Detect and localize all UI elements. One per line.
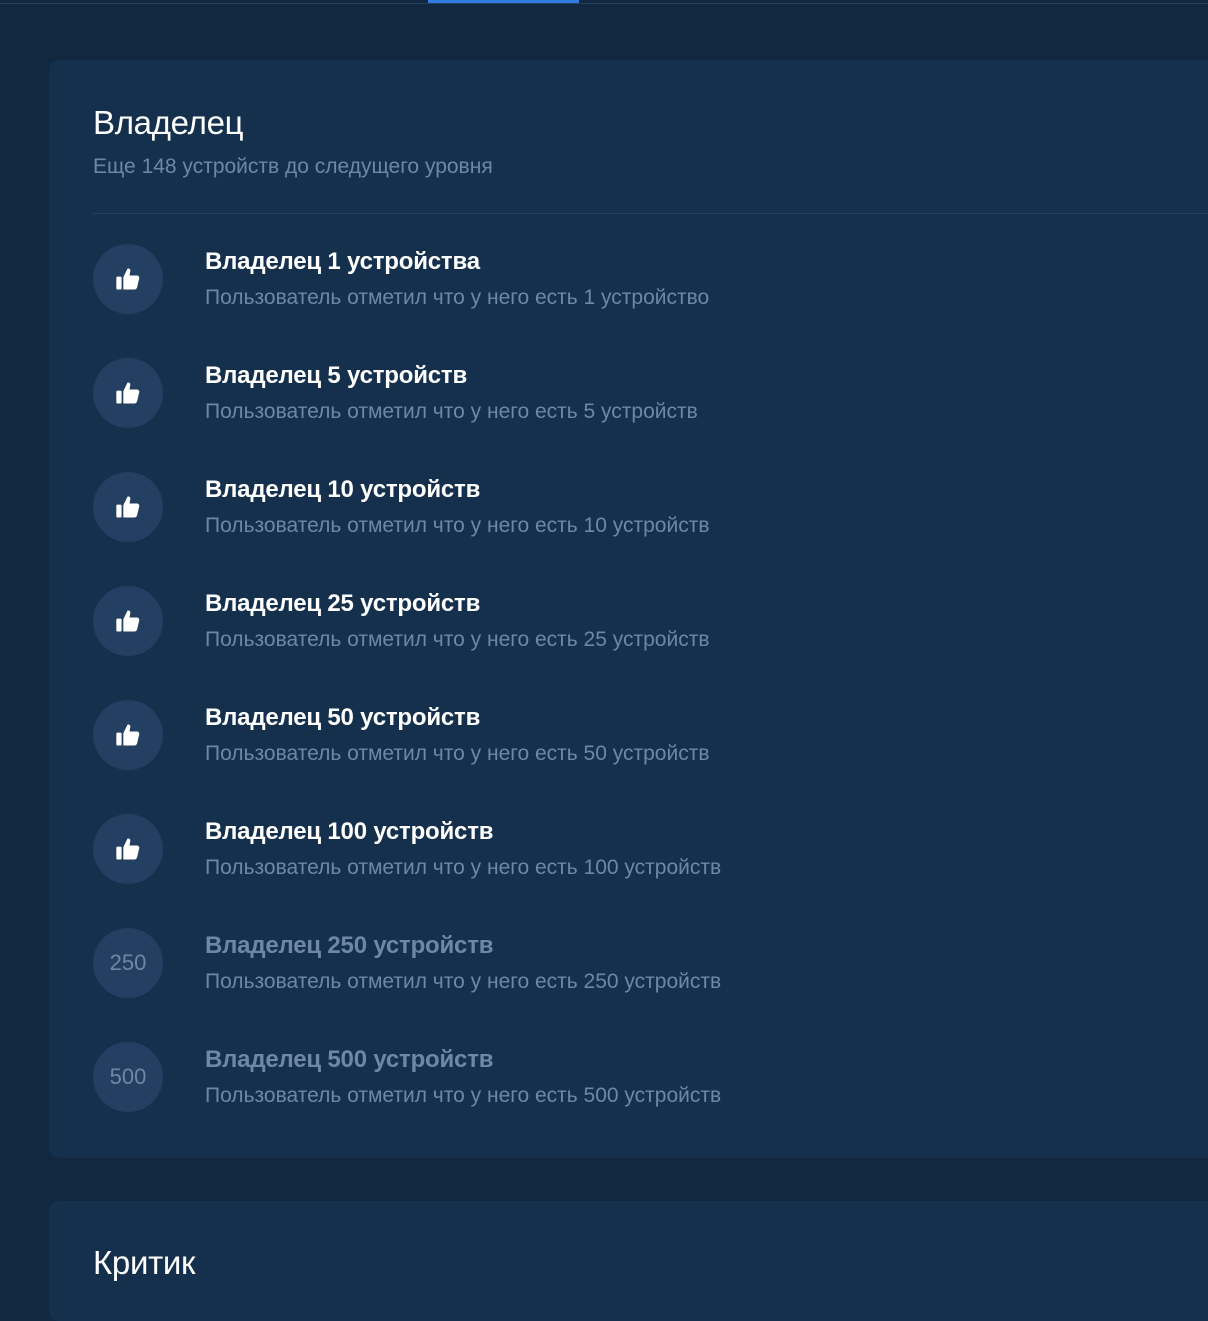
achievement-item: Владелец 50 устройств Пользователь отмет… [93, 700, 993, 772]
achievement-title: Владелец 250 устройств [205, 932, 494, 959]
thumbs-up-icon [116, 268, 140, 290]
achievement-item: Владелец 10 устройств Пользователь отмет… [93, 472, 993, 544]
achievement-title: Владелец 25 устройств [205, 590, 481, 617]
achievement-badge [93, 472, 163, 542]
achievement-description: Пользователь отметил что у него есть 250… [205, 970, 722, 993]
achievement-badge [93, 700, 163, 770]
active-tab-indicator [428, 0, 579, 3]
divider [93, 213, 1208, 214]
card-title: Критик [93, 1244, 196, 1281]
thumbs-up-icon [116, 382, 140, 404]
achievement-title: Владелец 100 устройств [205, 818, 494, 845]
thumbs-up-icon [116, 496, 140, 518]
badge-number: 250 [109, 950, 147, 975]
achievement-title: Владелец 50 устройств [205, 704, 481, 731]
achievement-description: Пользователь отметил что у него есть 10 … [205, 514, 710, 537]
achievement-title: Владелец 5 устройств [205, 362, 468, 389]
thumbs-up-icon [116, 610, 140, 632]
achievement-title: Владелец 10 устройств [205, 476, 481, 503]
achievement-description: Пользователь отметил что у него есть 5 у… [205, 400, 698, 423]
achievement-item: Владелец 1 устройства Пользователь отмет… [93, 244, 993, 316]
achievement-badge: 500 [93, 1042, 163, 1112]
achievement-title: Владелец 1 устройства [205, 248, 480, 275]
achievement-item: Владелец 5 устройств Пользователь отмети… [93, 358, 993, 430]
badge-number: 500 [109, 1064, 147, 1089]
achievement-item-locked: 250 Владелец 250 устройств Пользователь … [93, 928, 993, 1000]
achievement-item: Владелец 100 устройств Пользователь отме… [93, 814, 993, 886]
owner-achievements-card: Владелец Еще 148 устройств до следущего … [49, 60, 1208, 1158]
card-title: Владелец [93, 104, 244, 141]
top-tab-bar [0, 0, 1208, 4]
thumbs-up-icon [116, 838, 140, 860]
achievement-badge [93, 814, 163, 884]
achievement-badge: 250 [93, 928, 163, 998]
critic-achievements-card: Критик [49, 1201, 1208, 1321]
achievement-item: Владелец 25 устройств Пользователь отмет… [93, 586, 993, 658]
thumbs-up-icon [116, 724, 140, 746]
achievement-badge [93, 358, 163, 428]
card-subtitle: Еще 148 устройств до следущего уровня [93, 155, 493, 178]
achievement-badge [93, 586, 163, 656]
achievement-description: Пользователь отметил что у него есть 25 … [205, 628, 710, 651]
achievement-description: Пользователь отметил что у него есть 500… [205, 1084, 722, 1107]
achievement-item-locked: 500 Владелец 500 устройств Пользователь … [93, 1042, 993, 1114]
achievement-description: Пользователь отметил что у него есть 100… [205, 856, 722, 879]
achievement-description: Пользователь отметил что у него есть 50 … [205, 742, 710, 765]
achievement-title: Владелец 500 устройств [205, 1046, 494, 1073]
achievement-badge [93, 244, 163, 314]
achievement-description: Пользователь отметил что у него есть 1 у… [205, 286, 710, 309]
